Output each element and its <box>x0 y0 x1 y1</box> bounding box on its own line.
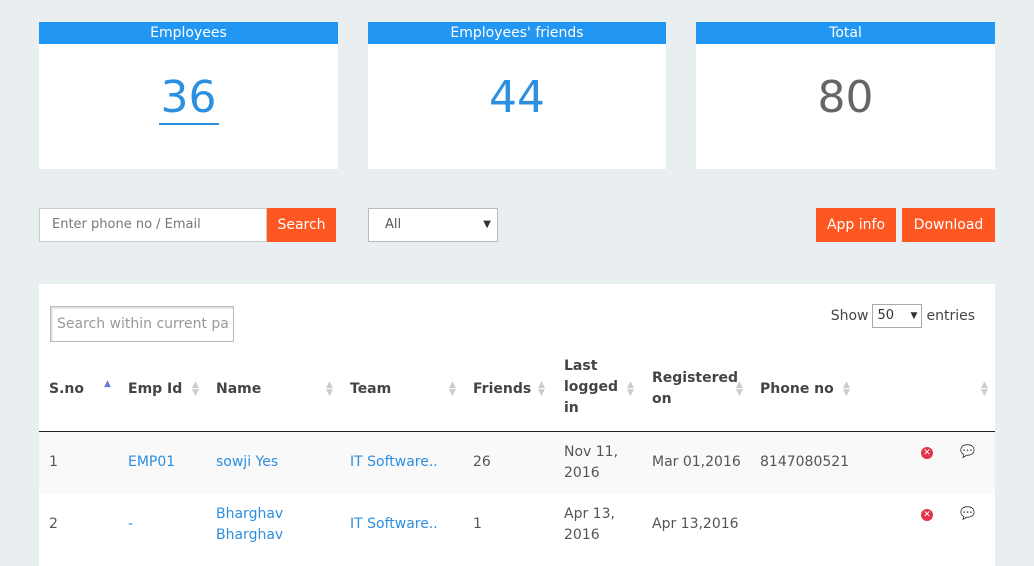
show-label: Show <box>830 308 869 324</box>
cell-sno: 1 <box>49 454 58 470</box>
employees-count[interactable]: 36 <box>158 72 219 125</box>
column-header-phone[interactable]: Phone no <box>760 379 834 400</box>
total-card: Total 80 <box>696 22 995 169</box>
page-size-control: Show 50 ▼ entries <box>831 304 975 328</box>
total-count: 80 <box>817 72 874 123</box>
cell-last-logged-in: Apr 13, 2016 <box>564 506 615 543</box>
chat-icon[interactable]: 💬 <box>960 444 975 458</box>
employees-card-title: Employees <box>39 22 338 44</box>
page-size-select[interactable]: 50 ▼ <box>872 304 923 328</box>
cell-team[interactable]: IT Software.. <box>350 452 438 473</box>
cell-sno: 2 <box>49 516 58 532</box>
search-button[interactable]: Search <box>267 208 336 242</box>
cell-registered-on: Mar 01,2016 <box>652 454 741 470</box>
sort-icon[interactable]: ▲ ▼ <box>326 381 333 398</box>
caret-down-icon: ▼ <box>483 219 491 230</box>
employees-card: Employees 36 <box>39 22 338 169</box>
app-info-button[interactable]: App info <box>816 208 896 242</box>
column-header-sno[interactable]: S.no <box>49 379 84 400</box>
total-card-title: Total <box>696 22 995 44</box>
cell-friends: 26 <box>473 454 491 470</box>
table-row: 2 - Bharghav Bharghav IT Software.. 1 Ap… <box>39 494 995 556</box>
cell-emp-id[interactable]: - <box>128 514 133 535</box>
table-row: 1 EMP01 sowji Yes IT Software.. 26 Nov 1… <box>39 432 995 494</box>
employees-table-panel: Search within current pa Show 50 ▼ entri… <box>39 284 995 566</box>
cell-phone: 8147080521 <box>760 454 850 470</box>
download-button[interactable]: Download <box>902 208 995 242</box>
sort-icon[interactable]: ▲ ▼ <box>981 381 988 398</box>
column-header-registered-on[interactable]: Registered on <box>652 368 738 410</box>
friends-count: 44 <box>489 72 545 123</box>
filter-select-value: All <box>385 217 402 232</box>
cell-last-logged-in: Nov 11, 2016 <box>564 444 619 481</box>
column-header-last-logged-in[interactable]: Last logged in <box>564 356 624 419</box>
phone-email-search-input[interactable]: Enter phone no / Email <box>39 208 267 242</box>
cell-friends: 1 <box>473 516 482 532</box>
caret-down-icon: ▼ <box>910 311 918 321</box>
cell-registered-on: Apr 13,2016 <box>652 516 739 532</box>
delete-icon[interactable]: ✕ <box>921 509 933 521</box>
cell-emp-id[interactable]: EMP01 <box>128 452 175 473</box>
sort-icon[interactable]: ▲ ▼ <box>449 381 456 398</box>
column-header-team[interactable]: Team <box>350 379 391 400</box>
delete-icon[interactable]: ✕ <box>921 447 933 459</box>
chat-icon[interactable]: 💬 <box>960 506 975 520</box>
employees-count-wrap: 36 <box>39 72 338 125</box>
friends-card: Employees' friends 44 <box>368 22 666 169</box>
cell-name[interactable]: sowji Yes <box>216 452 278 473</box>
sort-icon[interactable]: ▲ ▼ <box>736 381 743 398</box>
sort-asc-icon[interactable]: ▲ <box>104 380 111 389</box>
friends-card-title: Employees' friends <box>368 22 666 44</box>
column-header-name[interactable]: Name <box>216 379 261 400</box>
entries-label: entries <box>926 308 975 324</box>
sort-icon[interactable]: ▲ ▼ <box>538 381 545 398</box>
column-header-friends[interactable]: Friends <box>473 379 531 400</box>
filter-select[interactable]: All ▼ <box>368 208 498 242</box>
sort-icon[interactable]: ▲ ▼ <box>843 381 850 398</box>
sort-icon[interactable]: ▲ ▼ <box>192 381 199 398</box>
table-search-input[interactable]: Search within current pa <box>50 306 234 342</box>
sort-icon[interactable]: ▲ ▼ <box>627 381 634 398</box>
column-header-emp-id[interactable]: Emp Id <box>128 379 182 400</box>
page-size-value: 50 <box>877 308 895 323</box>
cell-team[interactable]: IT Software.. <box>350 514 438 535</box>
cell-name[interactable]: Bharghav Bharghav <box>216 504 306 546</box>
